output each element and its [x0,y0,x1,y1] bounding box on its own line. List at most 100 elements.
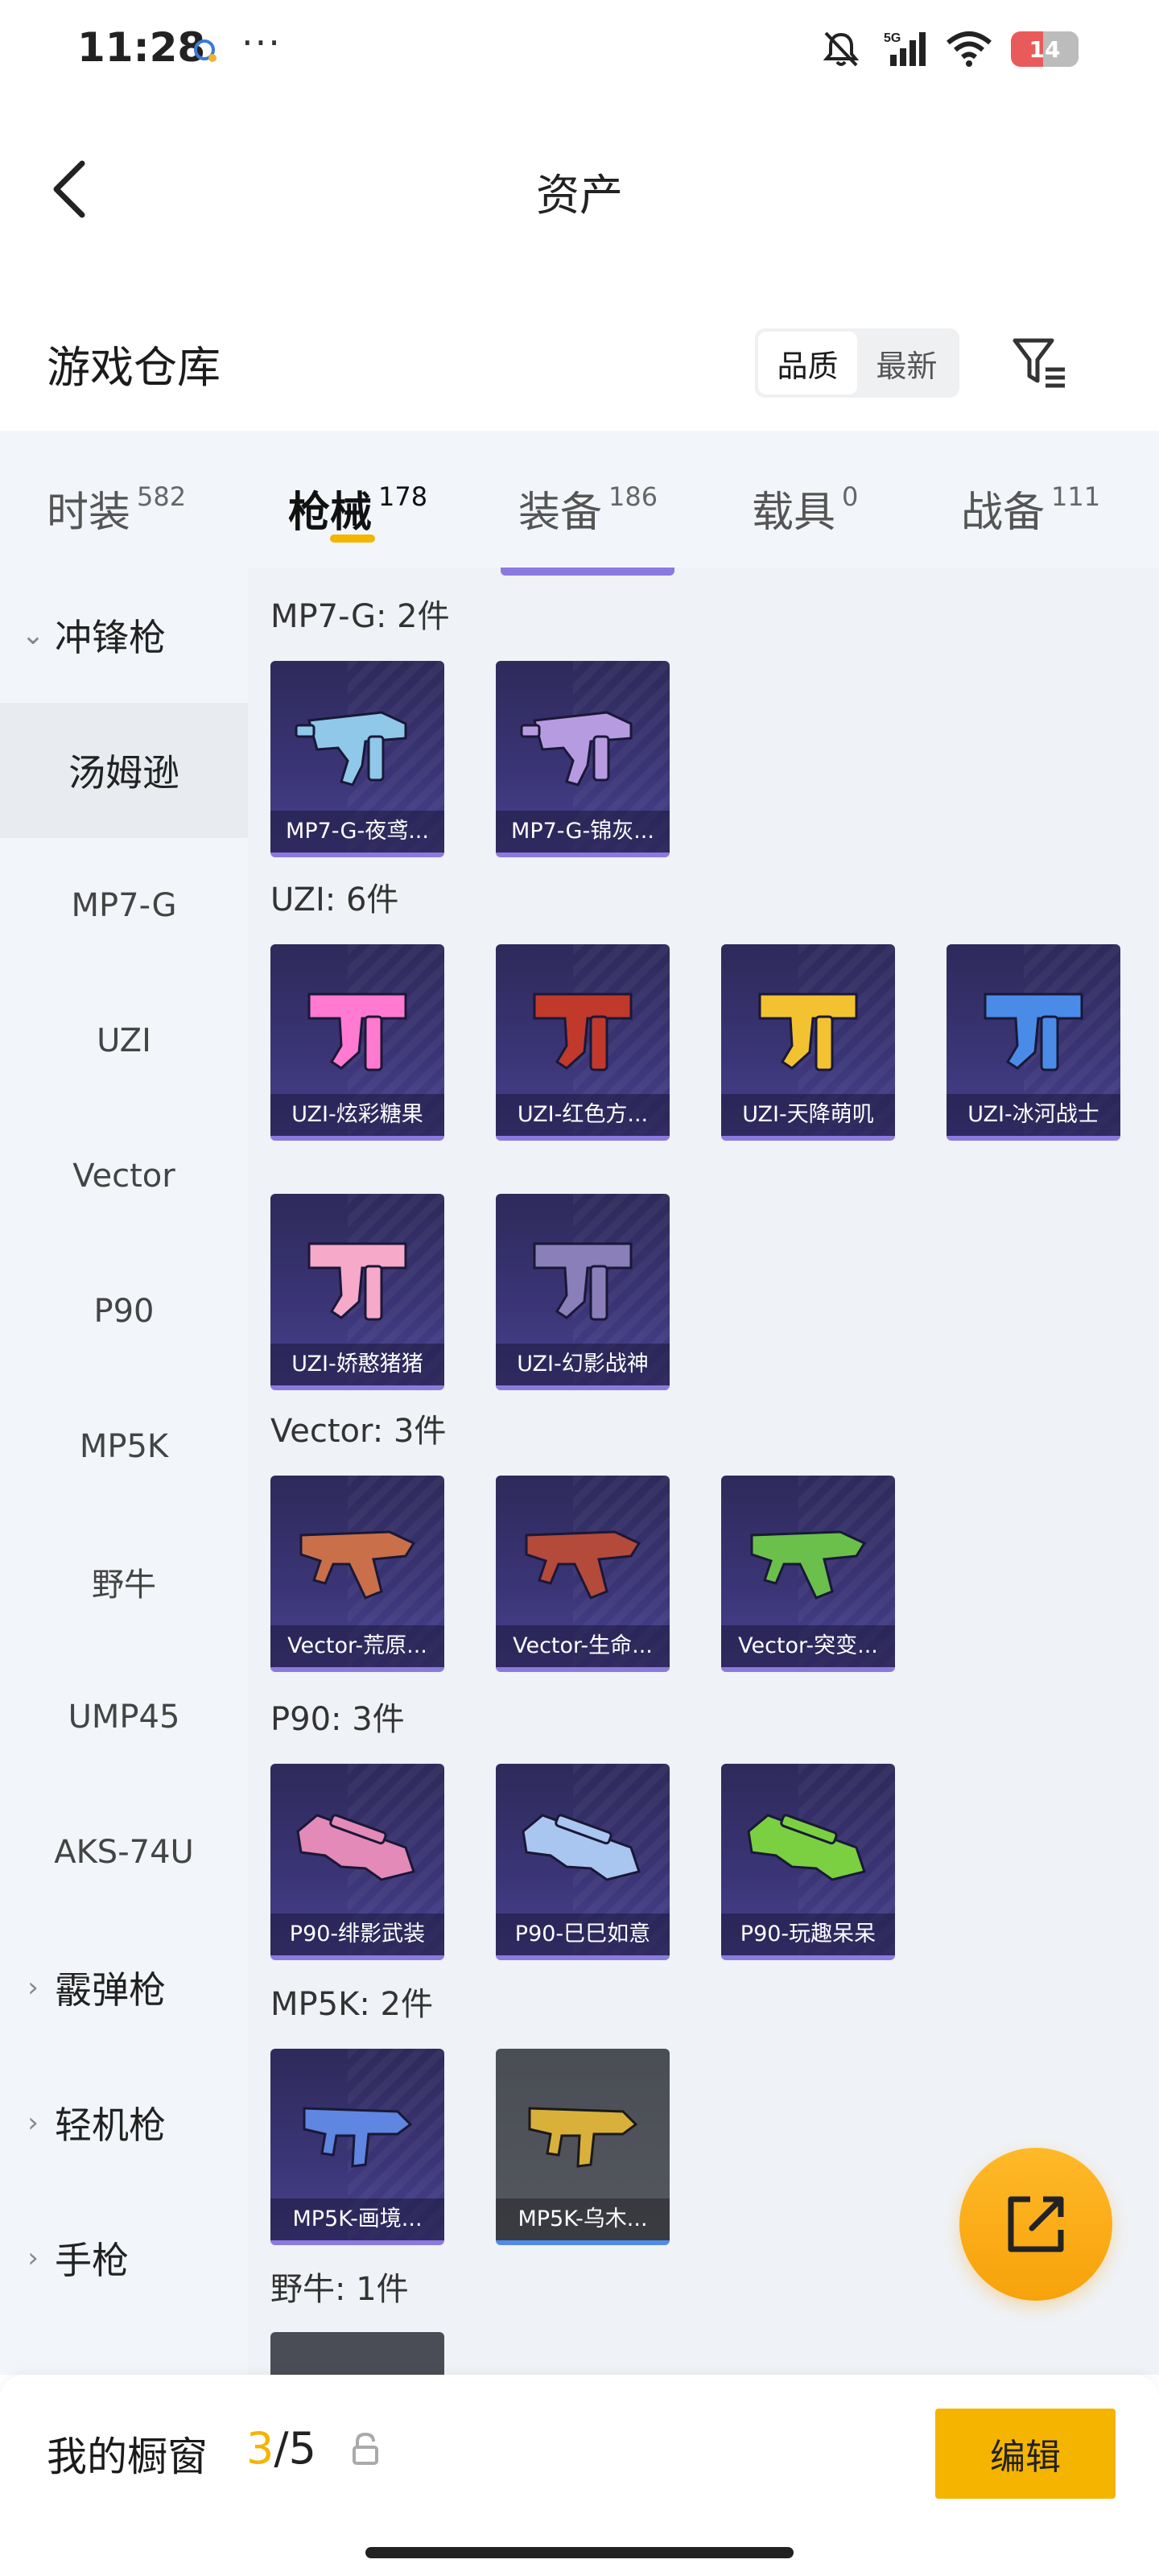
vector-icon [299,1530,416,1600]
mp5k-icon [303,2107,413,2168]
p90-icon [522,1814,641,1881]
tab-firearms[interactable]: 枪械 178 [288,459,427,543]
tab-count: 582 [137,481,187,512]
warehouse-title: 游戏仓库 [47,342,221,393]
group-title-vector: Vector: 3件 [270,1413,447,1450]
sidebar-item-shotgun[interactable]: › 霰弹枪 [0,1920,248,2055]
chevron-right-icon: › [27,2242,39,2274]
sidebar-item-label: 冲锋枪 [55,616,166,659]
card-label: Vector-生命... [496,1625,670,1667]
skin-card[interactable]: Vector-突变... [721,1476,895,1672]
skin-card[interactable]: MP7-G-夜鸢... [270,661,444,857]
card-label: UZI-红色方... [496,1094,670,1136]
sidebar-item-label: UZI [97,1022,151,1059]
signal-5g-icon: 5G [884,31,926,66]
sort-toggle: 品质 最新 [755,328,959,398]
filter-icon [1013,338,1065,388]
uzi-icon [307,993,407,1071]
share-button[interactable] [959,2148,1112,2301]
tab-count: 186 [608,481,658,512]
skin-card[interactable]: MP7-G-锦灰... [496,661,670,857]
sidebar-item-thompson[interactable]: 汤姆逊 [0,703,248,838]
skin-card[interactable]: UZI-天降萌叽 [721,944,895,1141]
sidebar-item-label: MP7-G [71,887,177,924]
warehouse-header: 游戏仓库 品质 最新 [0,314,1159,411]
mp5k-icon [528,2107,638,2168]
mute-bell-icon [823,31,860,67]
skin-card[interactable]: MP5K-画境... [270,2049,444,2245]
card-label: MP7-G-锦灰... [496,811,670,852]
skin-card-partial[interactable] [270,2332,444,2375]
card-label: MP7-G-夜鸢... [270,811,444,852]
skin-card[interactable]: Vector-生命... [496,1476,670,1672]
sidebar-item-pistol[interactable]: › 手枪 [0,2190,248,2326]
group-title-p90: P90: 3件 [270,1701,405,1738]
card-label: P90-绯影武装 [270,1913,444,1955]
sidebar-item-label: P90 [93,1293,155,1330]
tab-supplies[interactable]: 战备 111 [961,459,1100,539]
skin-card[interactable]: UZI-幻影战神 [496,1194,670,1390]
edit-button[interactable]: 编辑 [935,2409,1116,2499]
sidebar-item-ump45[interactable]: UMP45 [0,1649,248,1785]
home-indicator[interactable] [365,2547,794,2558]
uzi-icon [533,993,633,1071]
vector-icon [750,1530,867,1600]
weapon-grid: MP7-G: 2件 MP7-G-夜鸢... MP7-G-锦灰... UZI: 6… [248,568,1159,2375]
showcase-total: 5 [288,2423,316,2474]
sidebar-item-label: 汤姆逊 [68,751,179,795]
skin-card[interactable]: UZI-炫彩糖果 [270,944,444,1141]
tab-costume[interactable]: 时装 582 [47,459,186,539]
sidebar-item-mp7g[interactable]: MP7-G [0,838,248,973]
card-label: Vector-突变... [721,1625,895,1667]
card-label: UZI-冰河战士 [947,1094,1120,1136]
sidebar-item-lmg[interactable]: › 轻机枪 [0,2055,248,2190]
chevron-right-icon: › [27,1971,39,2004]
sidebar-item-label: 手枪 [55,2239,129,2282]
sort-newest-button[interactable]: 最新 [857,332,956,394]
tab-count: 0 [842,481,859,512]
group-title-mp7g: MP7-G: 2件 [270,598,450,635]
skin-card[interactable]: MP5K-乌木... [496,2049,670,2245]
smg-icon [295,711,407,786]
lock-icon [353,2432,378,2465]
sidebar-item-aks74u[interactable]: AKS-74U [0,1785,248,1920]
sidebar-item-uzi[interactable]: UZI [0,973,248,1108]
sidebar-item-label: MP5K [79,1428,169,1465]
card-label: P90-玩趣呆呆 [721,1913,895,1955]
sidebar-item-p90[interactable]: P90 [0,1244,248,1379]
active-tab-indicator [330,535,375,543]
sidebar-item-bizon[interactable]: 野牛 [0,1514,248,1649]
sidebar-item-mp5k[interactable]: MP5K [0,1379,248,1514]
sidebar-item-vector[interactable]: Vector [0,1108,248,1244]
sidebar-item-label: 霰弹枪 [55,1968,166,2012]
svg-text:5G: 5G [884,31,901,45]
card-label: UZI-天降萌叽 [721,1094,895,1136]
showcase-bar: 我的橱窗 3/5 编辑 [0,2375,1159,2576]
skin-card[interactable]: P90-巳巳如意 [496,1764,670,1960]
chevron-down-icon: ⌄ [21,619,45,651]
group-title-bizon: 野牛: 1件 [270,2271,409,2308]
skin-card[interactable]: P90-绯影武装 [270,1764,444,1960]
weapon-type-sidebar: ⌄ 冲锋枪 汤姆逊 MP7-G UZI Vector P90 MP5K 野牛 U… [0,568,248,2375]
card-label: MP5K-乌木... [496,2198,670,2240]
sidebar-item-label: UMP45 [68,1699,180,1736]
filter-button[interactable] [1008,330,1072,394]
skin-card[interactable]: P90-玩趣呆呆 [721,1764,895,1960]
skin-card[interactable]: Vector-荒原... [270,1476,444,1672]
skin-card[interactable]: UZI-冰河战士 [947,944,1120,1141]
tab-label: 时装 [47,489,131,537]
card-label: Vector-荒原... [270,1625,444,1667]
nav-bar: 资产 [0,121,1159,258]
tab-vehicles[interactable]: 载具 0 [752,459,858,539]
sort-quality-button[interactable]: 品质 [758,332,857,394]
sidebar-item-smg[interactable]: ⌄ 冲锋枪 [0,568,248,703]
skin-card[interactable]: UZI-红色方... [496,944,670,1141]
sidebar-item-label: AKS-74U [54,1834,194,1871]
tab-label: 载具 [752,489,836,537]
showcase-title: 我的橱窗 [47,2434,208,2480]
tab-label: 装备 [518,489,603,537]
skin-card[interactable]: UZI-娇憨猪猪 [270,1194,444,1390]
tab-equipment[interactable]: 装备 186 [518,459,658,539]
status-time: 11:28 [77,24,206,71]
uzi-icon [984,993,1083,1071]
